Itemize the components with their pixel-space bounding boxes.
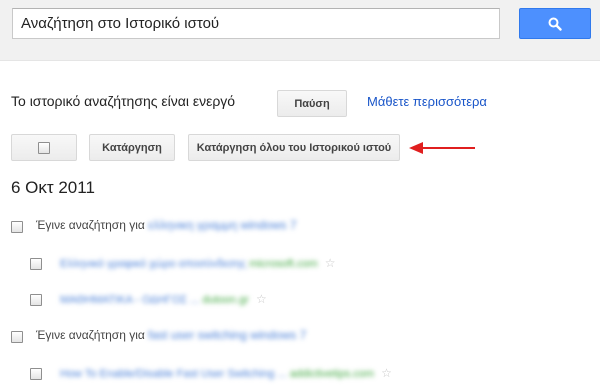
remove-all-history-label: Κατάργηση όλου του Ιστορικού ιστού: [196, 141, 392, 154]
history-toolbar: Κατάργηση Κατάργηση όλου του Ιστορικού ι…: [11, 134, 591, 162]
remove-all-history-button[interactable]: Κατάργηση όλου του Ιστορικού ιστού: [188, 134, 400, 161]
learn-more-link[interactable]: Μάθετε περισσότερα: [367, 94, 487, 109]
pause-button-label: Παύση: [294, 97, 330, 110]
star-icon[interactable]: ☆: [381, 366, 392, 380]
query-label: Έγινε αναζήτηση για ελληνικη γραμμη wind…: [36, 218, 297, 232]
star-icon[interactable]: ☆: [256, 292, 267, 306]
search-input[interactable]: [12, 8, 500, 39]
result-line: Ελληνικό γραφικό χώρο αποσύνδεσης micros…: [60, 256, 335, 270]
result-line: ΜΑΘΗΜΑΤΙΚΑ - ΟΔΗΓΟΣ ... dutoon.gr ☆: [60, 292, 267, 306]
red-arrow-annotation: [409, 142, 475, 154]
result-row: Ελληνικό γραφικό χώρο αποσύνδεσης micros…: [30, 256, 570, 274]
search-header: [0, 0, 600, 61]
result-title-link[interactable]: ΜΑΘΗΜΑΤΙΚΑ - ΟΔΗΓΟΣ ...: [60, 294, 199, 306]
date-heading: 6 Οκτ 2011: [11, 178, 95, 197]
result-site: addictivetips.com: [289, 368, 375, 380]
history-status-text: Το ιστορικό αναζήτησης είναι ενεργό: [11, 93, 236, 109]
select-all-checkbox[interactable]: [38, 141, 50, 154]
select-all-button[interactable]: [11, 134, 77, 161]
history-status-row: Το ιστορικό αναζήτησης είναι ενεργό Παύσ…: [11, 90, 591, 117]
search-query-row: Έγινε αναζήτηση για ελληνικη γραμμη wind…: [11, 218, 571, 237]
result-checkbox[interactable]: [30, 368, 42, 380]
result-checkbox[interactable]: [30, 294, 42, 306]
result-title-link[interactable]: Ελληνικό γραφικό χώρο αποσύνδεσης: [60, 258, 246, 270]
query-label: Έγινε αναζήτηση για fast user switching …: [36, 328, 306, 342]
result-row: How To Enable/Disable Fast User Switchin…: [30, 366, 570, 384]
star-icon[interactable]: ☆: [325, 256, 336, 270]
result-row: ΜΑΘΗΜΑΤΙΚΑ - ΟΔΗΓΟΣ ... dutoon.gr ☆: [30, 292, 570, 310]
pause-button[interactable]: Παύση: [277, 90, 347, 117]
result-site: microsoft.com: [249, 258, 318, 270]
search-query-row: Έγινε αναζήτηση για fast user switching …: [11, 328, 571, 347]
result-title-link[interactable]: How To Enable/Disable Fast User Switchin…: [60, 368, 287, 380]
query-prefix: Έγινε αναζήτηση για: [36, 328, 145, 342]
query-link[interactable]: ελληνικη γραμμη windows 7: [148, 218, 296, 232]
result-line: How To Enable/Disable Fast User Switchin…: [60, 366, 392, 380]
query-prefix: Έγινε αναζήτηση για: [36, 218, 145, 232]
search-button[interactable]: [519, 8, 591, 39]
remove-button-label: Κατάργηση: [102, 141, 162, 154]
remove-button[interactable]: Κατάργηση: [89, 134, 175, 161]
result-checkbox[interactable]: [30, 258, 42, 270]
result-site: dutoon.gr: [202, 294, 249, 306]
query-checkbox[interactable]: [11, 221, 23, 233]
query-checkbox[interactable]: [11, 331, 23, 343]
search-icon: [548, 17, 562, 31]
query-link[interactable]: fast user switching windows 7: [148, 328, 306, 342]
